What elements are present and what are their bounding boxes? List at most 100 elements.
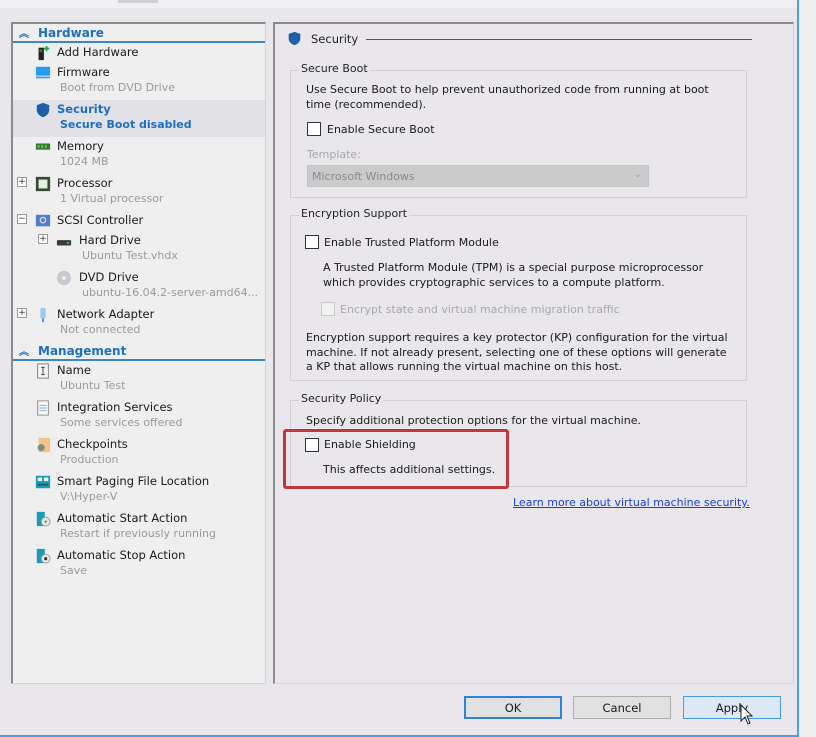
tree-item-memory[interactable]: Memory 1024 MB (13, 137, 265, 174)
enable-secure-boot-label[interactable]: Enable Secure Boot (327, 123, 435, 136)
annotation-highlight-box (283, 429, 509, 489)
settings-dialog: ︽ Hardware Add Hardware Firmware Boot fr… (0, 0, 799, 737)
tree-item-add-hardware[interactable]: Add Hardware (13, 43, 265, 63)
section-label: Management (38, 343, 127, 358)
encryption-support-group: Encryption Support Enable Trusted Platfo… (290, 207, 747, 381)
item-label: SCSI Controller (57, 213, 144, 227)
memory-icon (35, 143, 51, 150)
item-sub: V:\Hyper-V (60, 490, 118, 503)
group-title: Security Policy (299, 392, 384, 405)
apply-button[interactable]: Apply (683, 696, 781, 719)
item-label: Add Hardware (57, 45, 139, 59)
template-value: Microsoft Windows (312, 170, 415, 183)
mouse-cursor-icon (740, 704, 754, 725)
tree-item-checkpoints[interactable]: Checkpoints Production (13, 435, 265, 472)
dialog-top-strip (0, 0, 797, 8)
tree-item-scsi-controller[interactable]: − SCSI Controller (13, 211, 265, 231)
tree-item-processor[interactable]: + Processor 1 Virtual processor (13, 174, 265, 211)
secure-boot-group: Secure Boot Use Secure Boot to help prev… (290, 62, 747, 198)
section-header-management[interactable]: ︽ Management (13, 342, 265, 361)
tree-item-firmware[interactable]: Firmware Boot from DVD Drive (13, 63, 265, 100)
item-sub: Production (60, 453, 119, 466)
secure-boot-description: Use Secure Boot to help prevent unauthor… (306, 83, 709, 111)
pane-header: Security (287, 30, 752, 47)
group-title: Secure Boot (299, 62, 370, 75)
tree-item-name[interactable]: Name Ubuntu Test (13, 361, 265, 398)
tree-item-security[interactable]: Security Secure Boot disabled (13, 100, 265, 137)
tree-item-integration-services[interactable]: Integration Services Some services offer… (13, 398, 265, 435)
template-label: Template: (307, 148, 361, 161)
header-rule (366, 38, 752, 40)
item-sub: Some services offered (60, 416, 183, 429)
tree-item-dvd-drive[interactable]: DVD Drive ubuntu-16.04.2-server-amd64... (13, 268, 265, 305)
tpm-description: A Trusted Platform Module (TPM) is a spe… (323, 261, 704, 289)
background-window (798, 0, 816, 737)
item-label: Processor (57, 176, 113, 190)
item-label: Security (57, 102, 111, 116)
item-sub: Save (60, 564, 88, 577)
item-label: Firmware (57, 65, 110, 79)
item-label: Name (57, 363, 91, 377)
auto-start-icon (36, 511, 51, 527)
encrypt-traffic-label[interactable]: Encrypt state and virtual machine migrat… (340, 303, 620, 316)
ok-button[interactable]: OK (464, 696, 562, 719)
item-label: Smart Paging File Location (57, 474, 210, 488)
processor-icon (35, 176, 51, 192)
item-label: Checkpoints (57, 437, 128, 451)
item-sub: 1024 MB (60, 155, 109, 168)
item-sub: Ubuntu Test.vhdx (82, 249, 178, 262)
checkpoints-icon (37, 437, 51, 453)
item-sub: Restart if previously running (60, 527, 216, 540)
item-label: Automatic Stop Action (57, 548, 186, 562)
item-label: Integration Services (57, 400, 173, 414)
collapse-toggle[interactable]: − (17, 214, 27, 224)
item-sub: Ubuntu Test (60, 379, 126, 392)
monitor-icon (35, 66, 51, 79)
tree-item-auto-start[interactable]: Automatic Start Action Restart if previo… (13, 509, 265, 546)
integration-services-icon (37, 400, 49, 416)
item-sub: Boot from DVD Drive (60, 81, 176, 94)
template-select[interactable]: Microsoft Windows ⌄ (307, 165, 649, 187)
policy-description: Specify additional protection options fo… (306, 414, 641, 427)
smart-paging-icon (35, 475, 51, 489)
item-label: Memory (57, 139, 104, 153)
item-sub: 1 Virtual processor (60, 192, 164, 205)
encryption-note: Encryption support requires a key protec… (306, 331, 728, 373)
dvd-icon (56, 270, 72, 286)
tab-stub (118, 0, 158, 3)
pane-title: Security (311, 31, 359, 46)
group-title: Encryption Support (299, 207, 410, 220)
section-header-hardware[interactable]: ︽ Hardware (13, 24, 265, 43)
security-settings-pane: Security Secure Boot Use Secure Boot to … (273, 22, 794, 684)
enable-secure-boot-checkbox[interactable] (307, 122, 321, 136)
section-label: Hardware (38, 25, 104, 40)
enable-tpm-checkbox[interactable] (305, 235, 319, 249)
expand-toggle[interactable]: + (17, 308, 27, 318)
tree-item-auto-stop[interactable]: Automatic Stop Action Save (13, 546, 265, 583)
collapse-chevron-icon[interactable]: ︽ (16, 343, 30, 358)
item-sub: Not connected (60, 323, 141, 336)
tree-item-hard-drive[interactable]: + Hard Drive Ubuntu Test.vhdx (13, 231, 265, 268)
scsi-controller-icon (35, 214, 51, 227)
auto-stop-icon (36, 548, 51, 564)
cancel-button[interactable]: Cancel (573, 696, 671, 719)
collapse-chevron-icon[interactable]: ︽ (16, 25, 30, 40)
expand-toggle[interactable]: + (17, 177, 27, 187)
item-label: Hard Drive (79, 233, 141, 247)
add-hardware-icon (38, 45, 50, 61)
shield-icon (288, 31, 301, 46)
tree-item-network-adapter[interactable]: + Network Adapter Not connected (13, 305, 265, 342)
shield-icon (36, 102, 50, 118)
settings-tree: ︽ Hardware Add Hardware Firmware Boot fr… (11, 22, 266, 684)
enable-tpm-label[interactable]: Enable Trusted Platform Module (324, 236, 499, 249)
learn-more-link[interactable]: Learn more about virtual machine securit… (513, 496, 750, 509)
name-icon (37, 363, 49, 379)
item-sub: Secure Boot disabled (60, 118, 192, 131)
hard-drive-icon (56, 240, 72, 246)
encrypt-traffic-checkbox[interactable] (321, 302, 335, 316)
tree-item-smart-paging[interactable]: Smart Paging File Location V:\Hyper-V (13, 472, 265, 509)
item-label: Network Adapter (57, 307, 155, 321)
chevron-down-icon: ⌄ (633, 169, 642, 180)
expand-toggle[interactable]: + (38, 234, 48, 244)
network-adapter-icon (40, 307, 46, 323)
